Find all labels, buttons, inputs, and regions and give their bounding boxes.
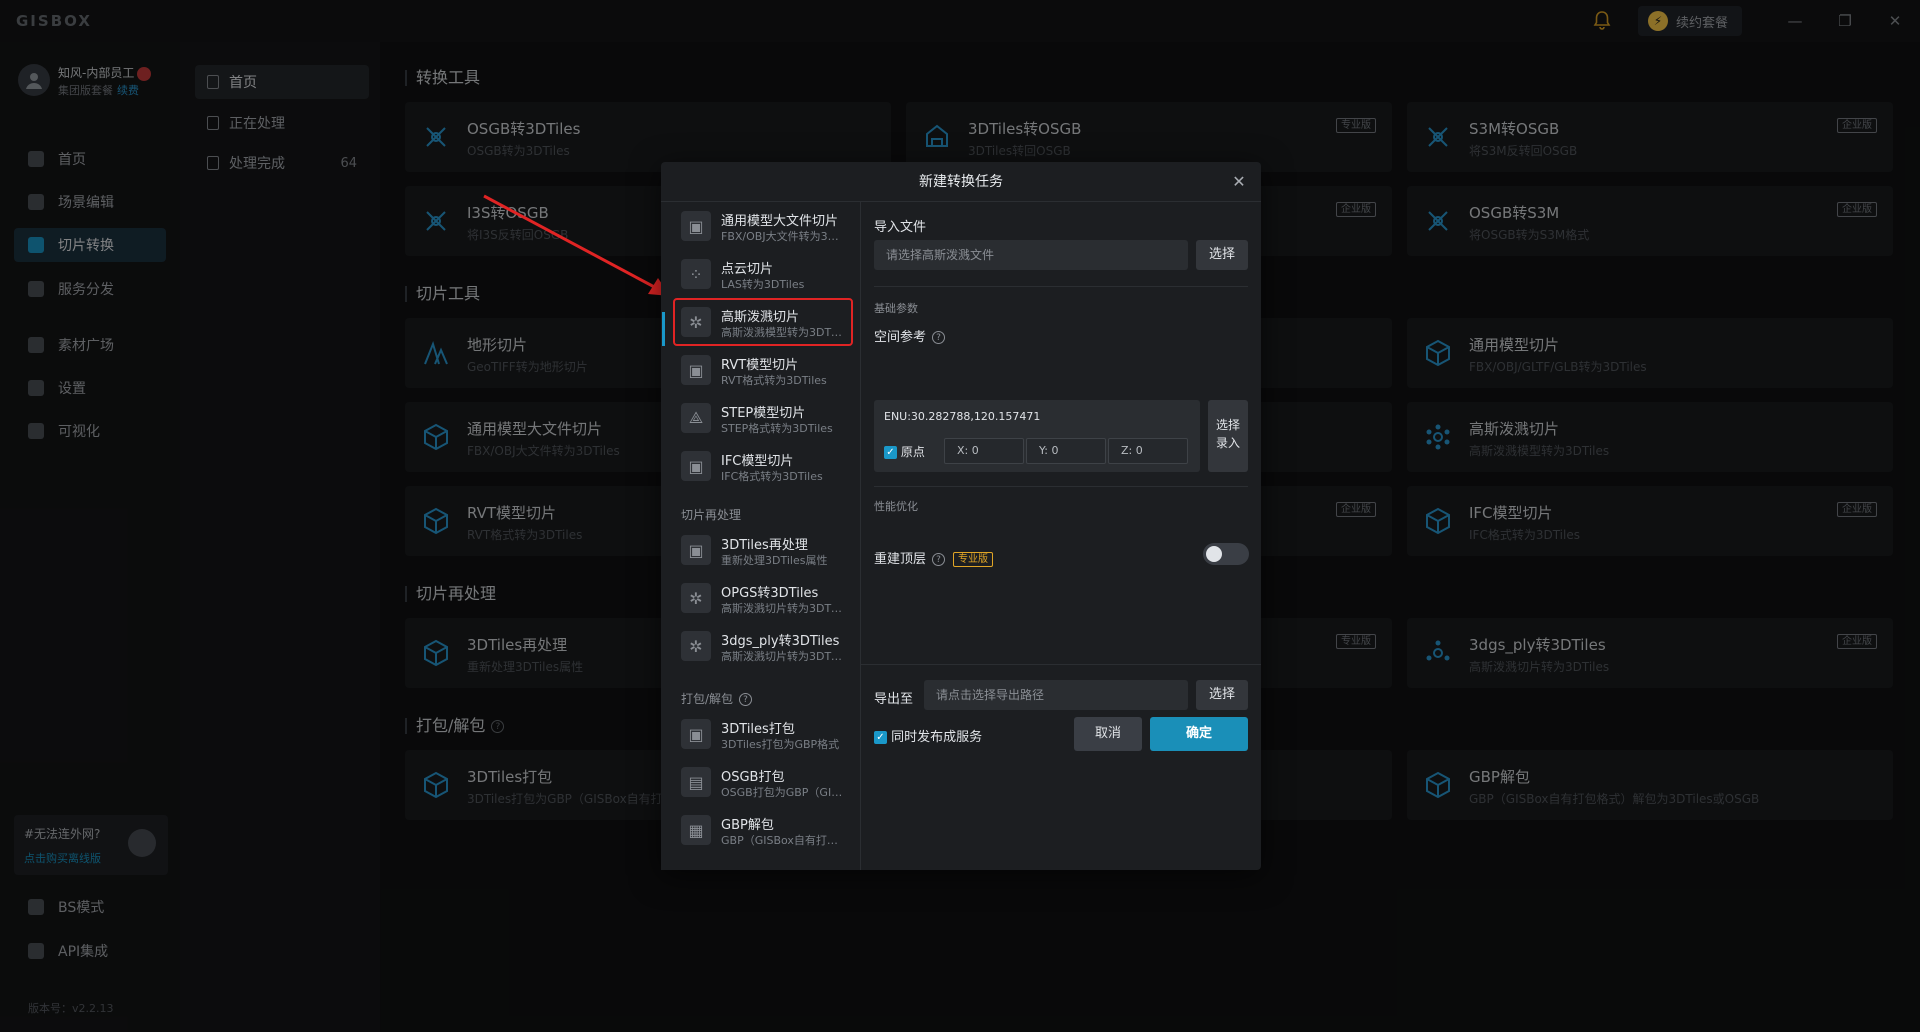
package-icon: ▤ — [681, 767, 711, 797]
task-type-list: ▣ 通用模型大文件切片FBX/OBJ大文件转为3DTiles ⁘ 点云切片LAS转为… — [661, 202, 861, 870]
task-item-step[interactable]: ⟁ STEP模型切片 STEP格式转为3DTiles — [675, 396, 851, 440]
task-item-3dtiles-reprocess[interactable]: ▣ 3DTiles再处理 重新处理3DTiles属性 — [675, 528, 851, 572]
task-item-3dgs-ply[interactable]: ✲ 3dgs_ply转3DTiles 高斯泼溅切片转为3DTiles — [675, 624, 851, 668]
dialog-title: 新建转换任务 — [661, 162, 1261, 202]
import-select-button[interactable]: 选择 — [1196, 240, 1248, 270]
task-item-subtitle: LAS转为3DTiles — [721, 278, 805, 291]
z-input[interactable]: Z: 0 — [1108, 438, 1188, 464]
check-icon: ✓ — [874, 731, 887, 744]
task-item-title: 3dgs_ply转3DTiles — [721, 634, 840, 649]
help-icon[interactable]: ? — [932, 331, 946, 344]
task-item-subtitle: FBX/OBJ大文件转为3DTiles — [721, 230, 843, 243]
origin-checkbox[interactable]: ✓ 原点 — [884, 443, 925, 460]
select-line: 选择 — [1215, 418, 1240, 432]
task-item-subtitle: 高斯泼溅模型转为3DTiles — [721, 326, 843, 339]
enu-value: ENU:30.282788,120.157471 — [884, 410, 1041, 423]
y-input[interactable]: Y: 0 — [1026, 438, 1106, 464]
gauss-icon: ✲ — [681, 631, 711, 661]
divider — [874, 486, 1248, 487]
origin-label: 原点 — [900, 445, 925, 459]
task-item-title: 通用模型大文件切片 — [721, 214, 839, 229]
selected-indicator — [662, 312, 665, 346]
task-item-subtitle: GBP（GISBox自有打包格式）解包 — [721, 834, 843, 847]
export-select-button[interactable]: 选择 — [1196, 680, 1248, 710]
new-task-dialog: 新建转换任务 ✕ ▣ 通用模型大文件切片FBX/OBJ大文件转为3DTiles ⁘… — [661, 162, 1261, 870]
cube-icon: ▣ — [681, 211, 711, 241]
task-item-title: 3DTiles再处理 — [721, 538, 808, 553]
divider — [874, 286, 1248, 287]
input-line: 录入 — [1215, 436, 1240, 450]
export-label: 导出至 — [874, 692, 914, 707]
perf-label: 性能优化 — [874, 500, 918, 513]
task-item-title: 3DTiles打包 — [721, 722, 795, 737]
pro-badge: 专业版 — [953, 552, 994, 567]
cube-icon: ▣ — [681, 355, 711, 385]
task-item-title: RVT模型切片 — [721, 358, 799, 373]
gauss-icon: ✲ — [681, 583, 711, 613]
help-icon[interactable]: ? — [932, 553, 946, 566]
x-input[interactable]: X: 0 — [944, 438, 1024, 464]
task-item-title: 点云切片 — [721, 262, 774, 277]
help-icon[interactable]: ? — [739, 693, 753, 706]
task-item-pointcloud[interactable]: ⁘ 点云切片 LAS转为3DTiles — [675, 252, 851, 296]
export-path-input[interactable]: 请点击选择导出路径 — [924, 680, 1188, 710]
task-item-subtitle: 高斯泼溅切片转为3DTiles — [721, 602, 843, 615]
task-item-opgs[interactable]: ✲ OPGS转3DTiles 高斯泼溅切片转为3DTiles — [675, 576, 851, 620]
toggle-knob — [1206, 546, 1222, 562]
task-item-title: 高斯泼溅切片 — [721, 310, 800, 325]
task-item-title: STEP模型切片 — [721, 406, 806, 421]
task-item-rvt[interactable]: ▣ RVT模型切片 RVT格式转为3DTiles — [675, 348, 851, 392]
dialog-close-icon[interactable]: ✕ — [1229, 172, 1249, 192]
annotation-arrow — [483, 194, 670, 296]
group-reprocess: 切片再处理 — [681, 508, 742, 522]
import-label: 导入文件 — [874, 220, 927, 235]
task-item-title: GBP解包 — [721, 818, 774, 833]
task-item-subtitle: RVT格式转为3DTiles — [721, 374, 827, 387]
task-item-gauss[interactable]: ✲ 高斯泼溅切片 高斯泼溅模型转为3DTiles — [673, 298, 853, 346]
task-item-title: IFC模型切片 — [721, 454, 794, 469]
publish-label: 同时发布成服务 — [891, 730, 983, 745]
task-item-gbp-unpack[interactable]: ▦ GBP解包GBP（GISBox自有打包格式）解包 — [675, 808, 851, 852]
task-item-subtitle: 3DTiles打包为GBP格式 — [721, 738, 840, 751]
task-item-subtitle: STEP格式转为3DTiles — [721, 422, 833, 435]
task-item-ifc[interactable]: ▣ IFC模型切片 IFC格式转为3DTiles — [675, 444, 851, 488]
cancel-button[interactable]: 取消 — [1074, 717, 1142, 751]
cube-icon: ▣ — [681, 451, 711, 481]
task-item-subtitle: IFC格式转为3DTiles — [721, 470, 823, 483]
task-item-subtitle: OSGB打包为GBP（GISBox自有打包格式） — [721, 786, 843, 799]
select-or-input-button[interactable]: 选择 录入 — [1208, 400, 1248, 472]
basic-params-label: 基础参数 — [874, 302, 918, 315]
unpack-icon: ▦ — [681, 815, 711, 845]
publish-checkbox[interactable]: ✓ 同时发布成服务 — [874, 726, 982, 745]
group-pack: 打包/解包? — [681, 690, 753, 707]
ok-button[interactable]: 确定 — [1150, 717, 1248, 751]
spatial-ref-box: ENU:30.282788,120.157471 ✓ 原点 X: 0 Y: 0 … — [874, 400, 1200, 472]
import-file-input[interactable]: 请选择高斯泼溅文件 — [874, 240, 1188, 270]
step-icon: ⟁ — [681, 403, 711, 433]
task-item-subtitle: 重新处理3DTiles属性 — [721, 554, 828, 567]
task-settings-panel: 导入文件 请选择高斯泼溅文件 选择 基础参数 空间参考? ENU:30.2827… — [861, 202, 1261, 870]
task-item-osgb-pack[interactable]: ▤ OSGB打包OSGB打包为GBP（GISBox自有打包格式） — [675, 760, 851, 804]
pointcloud-icon: ⁘ — [681, 259, 711, 289]
cube-icon: ▣ — [681, 719, 711, 749]
rebuild-text: 重建顶层 — [874, 552, 927, 567]
gauss-icon: ✲ — [681, 307, 711, 337]
task-item-title: OPGS转3DTiles — [721, 586, 819, 601]
cube-icon: ▣ — [681, 535, 711, 565]
check-icon: ✓ — [884, 446, 897, 459]
spatial-ref-label: 空间参考? — [874, 326, 946, 345]
task-item-subtitle: 高斯泼溅切片转为3DTiles — [721, 650, 843, 663]
group-pack-label: 打包/解包 — [681, 692, 734, 706]
spatial-ref-text: 空间参考 — [874, 330, 927, 345]
divider — [861, 664, 1261, 665]
task-item-title: OSGB打包 — [721, 770, 785, 785]
rebuild-label: 重建顶层? 专业版 — [874, 548, 994, 567]
task-item-big-model[interactable]: ▣ 通用模型大文件切片FBX/OBJ大文件转为3DTiles — [675, 204, 851, 248]
rebuild-toggle[interactable] — [1203, 543, 1249, 565]
task-item-3dtiles-pack[interactable]: ▣ 3DTiles打包 3DTiles打包为GBP格式 — [675, 712, 851, 756]
